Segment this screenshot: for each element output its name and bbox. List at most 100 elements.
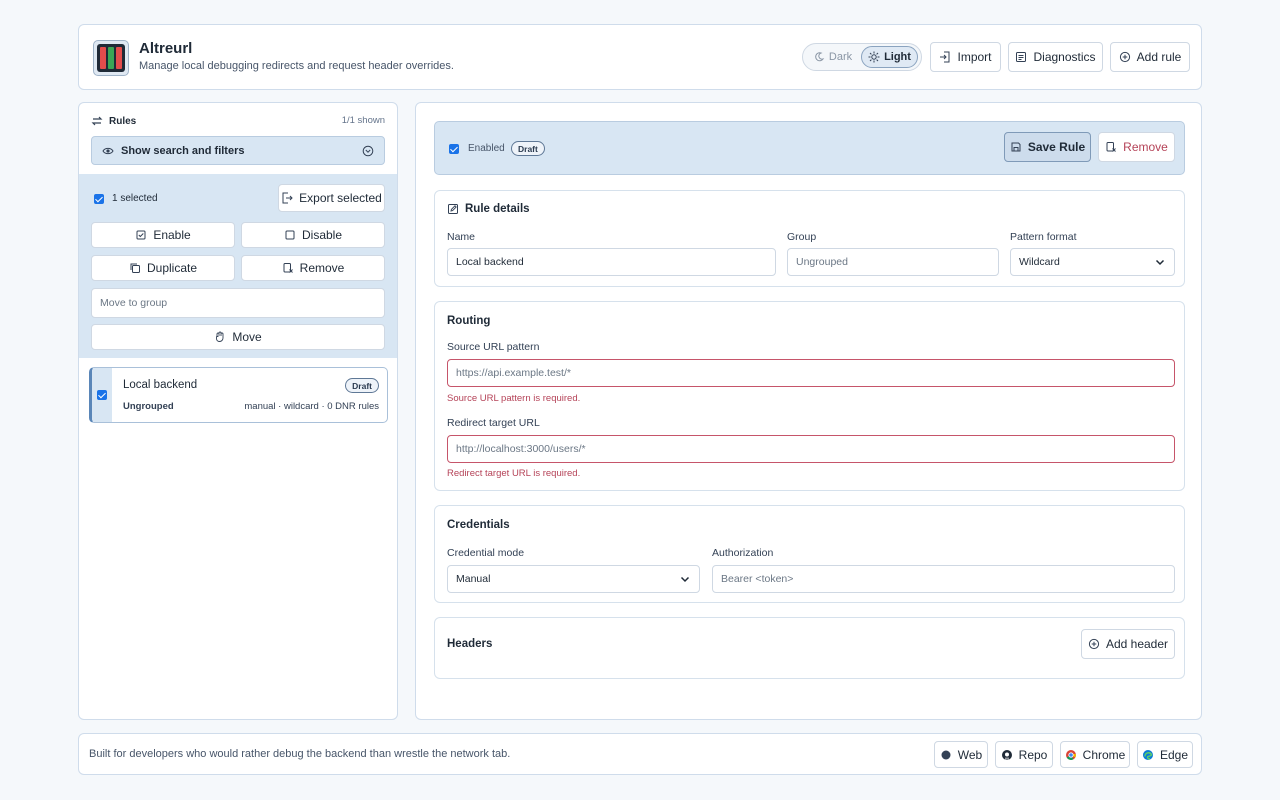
rules-header: Rules (91, 115, 136, 127)
chevron-down-icon (1154, 256, 1166, 268)
app-header: Altreurl Manage local debugging redirect… (78, 24, 1202, 90)
enabled-label: Enabled (468, 143, 505, 154)
rule-list-item[interactable]: Local backend Draft Ungrouped manual · w… (89, 367, 388, 423)
rule-status-bar: Enabled Draft Save Rule Remove (434, 121, 1185, 175)
source-url-input[interactable]: https://api.example.test/* (447, 359, 1175, 387)
rule-checkbox[interactable] (97, 390, 107, 400)
chevron-down-icon (362, 145, 374, 157)
checkbox-icon (135, 229, 147, 241)
redirect-target-error: Redirect target URL is required. (447, 468, 581, 479)
enable-button[interactable]: Enable (91, 222, 235, 248)
add-header-label: Add header (1105, 637, 1169, 651)
credential-mode-value: Manual (456, 573, 491, 585)
chevron-down-icon (679, 573, 691, 585)
theme-light-label: Light (884, 51, 911, 63)
group-input[interactable]: Ungrouped (787, 248, 999, 276)
credential-mode-label: Credential mode (447, 547, 525, 559)
plus-circle-icon (1119, 51, 1131, 63)
theme-light-button[interactable]: Light (861, 46, 918, 68)
footer-web-link[interactable]: Web (934, 741, 988, 768)
rule-editor: Enabled Draft Save Rule Remove Rule deta… (415, 102, 1202, 720)
footer-chrome-link[interactable]: Chrome (1060, 741, 1130, 768)
save-rule-label: Save Rule (1027, 140, 1086, 154)
credential-mode-select[interactable]: Manual (447, 565, 700, 593)
footer-chrome-label: Chrome (1082, 747, 1126, 762)
bulk-remove-label: Remove (299, 261, 345, 275)
export-selected-button[interactable]: Export selected (278, 184, 385, 212)
web-icon (940, 749, 952, 761)
square-icon (284, 229, 296, 241)
move-to-group-input[interactable]: Move to group (91, 288, 385, 318)
name-label: Name (447, 231, 476, 243)
add-header-button[interactable]: Add header (1081, 629, 1175, 659)
diagnostics-button[interactable]: Diagnostics (1008, 42, 1103, 72)
app-logo (93, 40, 129, 76)
name-input[interactable]: Local backend (447, 248, 776, 276)
export-selected-label: Export selected (299, 191, 382, 205)
headers-section: Headers Add header (434, 617, 1185, 679)
pattern-format-select[interactable]: Wildcard (1010, 248, 1175, 276)
footer-repo-link[interactable]: Repo (995, 741, 1053, 768)
name-value: Local backend (456, 256, 524, 268)
enabled-checkbox[interactable] (449, 144, 459, 154)
status-badge: Draft (511, 141, 545, 156)
duplicate-label: Duplicate (146, 261, 198, 275)
bulk-actions-panel: 1 selected Export selected Enable Disabl… (79, 174, 397, 358)
footer-edge-label: Edge (1159, 747, 1189, 762)
bulk-remove-button[interactable]: Remove (241, 255, 385, 281)
footer-repo-label: Repo (1018, 747, 1048, 762)
credentials-title: Credentials (447, 519, 510, 531)
footer-tagline: Built for developers who would rather de… (89, 748, 511, 760)
chrome-icon (1065, 749, 1077, 761)
app-footer: Built for developers who would rather de… (78, 733, 1202, 775)
rules-shown-count: 1/1 shown (341, 115, 385, 126)
group-label: Group (787, 231, 817, 243)
remove-icon (282, 262, 294, 274)
sun-icon (868, 51, 880, 63)
save-icon (1010, 141, 1022, 153)
footer-web-label: Web (957, 747, 983, 762)
pattern-format-value: Wildcard (1019, 256, 1060, 268)
move-to-group-placeholder: Move to group (100, 297, 168, 309)
theme-dark-label: Dark (828, 51, 853, 63)
source-url-placeholder: https://api.example.test/* (456, 367, 571, 379)
select-all-checkbox[interactable] (94, 194, 104, 204)
theme-dark-button[interactable]: Dark (806, 46, 859, 68)
move-label: Move (232, 330, 262, 344)
rule-details-section: Rule details Name Local backend Group Un… (434, 190, 1185, 287)
routing-title: Routing (447, 315, 491, 327)
redirect-target-input[interactable]: http://localhost:3000/users/* (447, 435, 1175, 463)
import-button[interactable]: Import (930, 42, 1001, 72)
add-rule-label: Add rule (1136, 50, 1182, 64)
import-icon (939, 51, 951, 63)
source-url-label: Source URL pattern (447, 341, 540, 353)
redirect-target-placeholder: http://localhost:3000/users/* (456, 443, 586, 455)
footer-edge-link[interactable]: Edge (1137, 741, 1193, 768)
authorization-placeholder: Bearer <token> (721, 573, 794, 585)
rule-details-title: Rule details (465, 203, 530, 215)
search-filters-toggle[interactable]: Show search and filters (91, 136, 385, 165)
group-placeholder: Ungrouped (796, 256, 848, 268)
routing-section: Routing Source URL pattern https://api.e… (434, 301, 1185, 491)
eye-icon (102, 145, 114, 157)
rule-details-header: Rule details (447, 203, 530, 215)
diagnostics-icon (1015, 51, 1027, 63)
disable-button[interactable]: Disable (241, 222, 385, 248)
save-rule-button[interactable]: Save Rule (1004, 132, 1091, 162)
disable-label: Disable (301, 228, 343, 242)
add-rule-button[interactable]: Add rule (1110, 42, 1190, 72)
copy-icon (129, 262, 141, 274)
remove-rule-button[interactable]: Remove (1098, 132, 1175, 162)
rule-group: Ungrouped (123, 401, 174, 412)
enable-label: Enable (153, 228, 191, 242)
authorization-label: Authorization (712, 547, 774, 559)
plus-circle-icon (1088, 638, 1100, 650)
moon-icon (813, 51, 825, 63)
app-title: Altreurl (139, 40, 193, 57)
move-button[interactable]: Move (91, 324, 385, 350)
authorization-input[interactable]: Bearer <token> (712, 565, 1175, 593)
duplicate-button[interactable]: Duplicate (91, 255, 235, 281)
remove-rule-label: Remove (1123, 140, 1168, 154)
redirect-target-label: Redirect target URL (447, 417, 540, 429)
diagnostics-label: Diagnostics (1033, 50, 1096, 64)
